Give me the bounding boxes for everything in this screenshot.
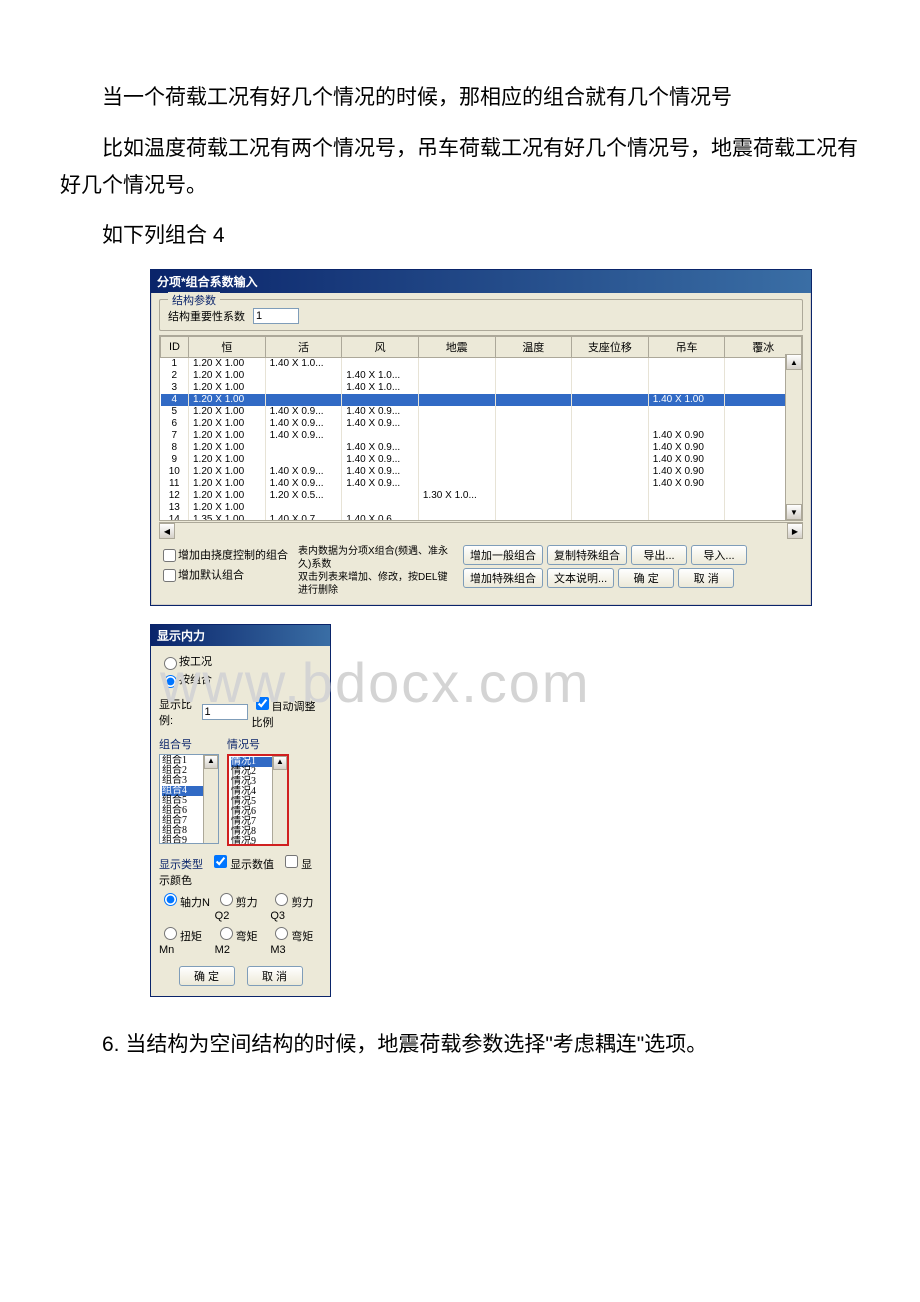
table-row[interactable]: 121.20 X 1.001.20 X 0.5...1.30 X 1.0... — [161, 490, 802, 502]
combination-table[interactable]: ID恒活风地震温度支座位移吊车覆冰 11.20 X 1.001.40 X 1.0… — [159, 335, 803, 521]
label-scale: 显示比例: — [159, 696, 198, 728]
input-scale[interactable] — [202, 704, 248, 720]
checkbox-deflection-combo[interactable]: 增加由挠度控制的组合 — [159, 546, 288, 565]
radio-by-combo[interactable]: 按组合 — [159, 671, 322, 688]
radio-torsion-mn[interactable]: 扭矩Mn — [159, 924, 211, 956]
table-header[interactable]: 地震 — [418, 337, 495, 358]
input-importance-factor[interactable] — [253, 308, 299, 324]
scroll-right-icon[interactable]: ▶ — [787, 523, 803, 539]
horizontal-scrollbar[interactable]: ◀ ▶ — [159, 522, 803, 539]
table-row[interactable]: 141.35 X 1.001.40 X 0.7...1.40 X 0.6... — [161, 514, 802, 521]
label-combo-no: 组合号 — [159, 736, 219, 752]
table-row[interactable]: 91.20 X 1.001.40 X 0.9...1.40 X 0.90 — [161, 454, 802, 466]
paragraph-1: 当一个荷载工况有好几个情况的时候，那相应的组合就有几个情况号 — [60, 80, 860, 117]
table-row[interactable]: 131.20 X 1.00 — [161, 502, 802, 514]
ok-button[interactable]: 确 定 — [618, 568, 674, 588]
table-row[interactable]: 41.20 X 1.001.40 X 1.00 — [161, 394, 802, 406]
scroll-up-icon[interactable]: ▲ — [786, 354, 802, 370]
table-row[interactable]: 71.20 X 1.001.40 X 0.9...1.40 X 0.90 — [161, 430, 802, 442]
table-row[interactable]: 31.20 X 1.001.40 X 1.0... — [161, 382, 802, 394]
paragraph-2: 比如温度荷载工况有两个情况号，吊车荷载工况有好几个情况号，地震荷载工况有好几个情… — [60, 131, 860, 205]
table-row[interactable]: 51.20 X 1.001.40 X 0.9...1.40 X 0.9... — [161, 406, 802, 418]
radio-shear-q3[interactable]: 剪力Q3 — [270, 890, 322, 922]
table-row[interactable]: 11.20 X 1.001.40 X 1.0... — [161, 358, 802, 371]
dialog-display-internal-force: 显示内力 按工况 按组合 显示比例: 自动调整比例 组合号 组合1组合2组合3组… — [150, 624, 331, 997]
radio-shear-q2[interactable]: 剪力Q2 — [215, 890, 267, 922]
label-importance-factor: 结构重要性系数 — [168, 308, 245, 324]
listbox-combo-scrollbar[interactable]: ▲ — [203, 755, 218, 843]
checkbox-default-combo[interactable]: 增加默认组合 — [159, 566, 288, 585]
listbox-combo[interactable]: 组合1组合2组合3组合4组合5组合6组合7组合8组合9组合10 ▲ — [159, 754, 219, 844]
groupbox-structure-params: 结构参数 结构重要性系数 — [159, 299, 803, 331]
scroll-left-icon[interactable]: ◀ — [159, 523, 175, 539]
scroll-down-icon[interactable]: ▼ — [786, 504, 802, 520]
export-button[interactable]: 导出... — [631, 545, 687, 565]
add-special-combo-button[interactable]: 增加特殊组合 — [463, 568, 543, 588]
vertical-scrollbar[interactable]: ▲ ▼ — [785, 354, 802, 520]
paragraph-4: 6. 当结构为空间结构的时候，地震荷载参数选择"考虑耦连"选项。 — [60, 1027, 860, 1064]
cancel-button[interactable]: 取 消 — [678, 568, 734, 588]
dialog1-titlebar: 分项*组合系数输入 — [151, 270, 811, 293]
label-display-type: 显示类型 — [159, 859, 203, 871]
import-button[interactable]: 导入... — [691, 545, 747, 565]
table-row[interactable]: 101.20 X 1.001.40 X 0.9...1.40 X 0.9...1… — [161, 466, 802, 478]
table-header[interactable]: 恒 — [189, 337, 266, 358]
add-general-combo-button[interactable]: 增加一般组合 — [463, 545, 543, 565]
radio-by-case[interactable]: 按工况 — [159, 653, 322, 670]
table-row[interactable]: 81.20 X 1.001.40 X 0.9...1.40 X 0.90 — [161, 442, 802, 454]
copy-special-combo-button[interactable]: 复制特殊组合 — [547, 545, 627, 565]
table-row[interactable]: 61.20 X 1.001.40 X 0.9...1.40 X 0.9... — [161, 418, 802, 430]
table-row[interactable]: 21.20 X 1.001.40 X 1.0... — [161, 370, 802, 382]
dialog2-titlebar: 显示内力 — [151, 625, 330, 646]
paragraph-3: 如下列组合 4 — [60, 218, 860, 255]
table-header[interactable]: 温度 — [495, 337, 572, 358]
dialog-combination-coefficients: 分项*组合系数输入 结构参数 结构重要性系数 ID恒活风地 — [150, 269, 812, 606]
table-header[interactable]: 风 — [342, 337, 419, 358]
cancel-button[interactable]: 取 消 — [247, 966, 303, 986]
hint-text: 表内数据为分项X组合(频遇、准永久)系数 双击列表来增加、修改，按DEL键进行删… — [298, 545, 453, 597]
radio-axial-n[interactable]: 轴力N — [159, 890, 211, 922]
radio-moment-m2[interactable]: 弯矩M2 — [215, 924, 267, 956]
label-case-no: 情况号 — [227, 736, 289, 752]
text-description-button[interactable]: 文本说明... — [547, 568, 614, 588]
checkbox-auto-scale[interactable]: 自动调整比例 — [252, 694, 322, 730]
groupbox-legend: 结构参数 — [168, 292, 220, 308]
checkbox-show-value[interactable]: 显示数值 — [210, 859, 274, 871]
table-header[interactable]: 支座位移 — [572, 337, 649, 358]
ok-button[interactable]: 确 定 — [179, 966, 235, 986]
table-header[interactable]: ID — [161, 337, 189, 358]
listbox-case[interactable]: 情况1情况2情况3情况4情况5情况6情况7情况8情况9情况10 ▲ — [227, 754, 289, 846]
table-header[interactable]: 活 — [265, 337, 342, 358]
table-row[interactable]: 111.20 X 1.001.40 X 0.9...1.40 X 0.9...1… — [161, 478, 802, 490]
listbox-case-scrollbar[interactable]: ▲ — [272, 756, 287, 844]
table-header[interactable]: 吊车 — [648, 337, 725, 358]
radio-moment-m3[interactable]: 弯矩M3 — [270, 924, 322, 956]
